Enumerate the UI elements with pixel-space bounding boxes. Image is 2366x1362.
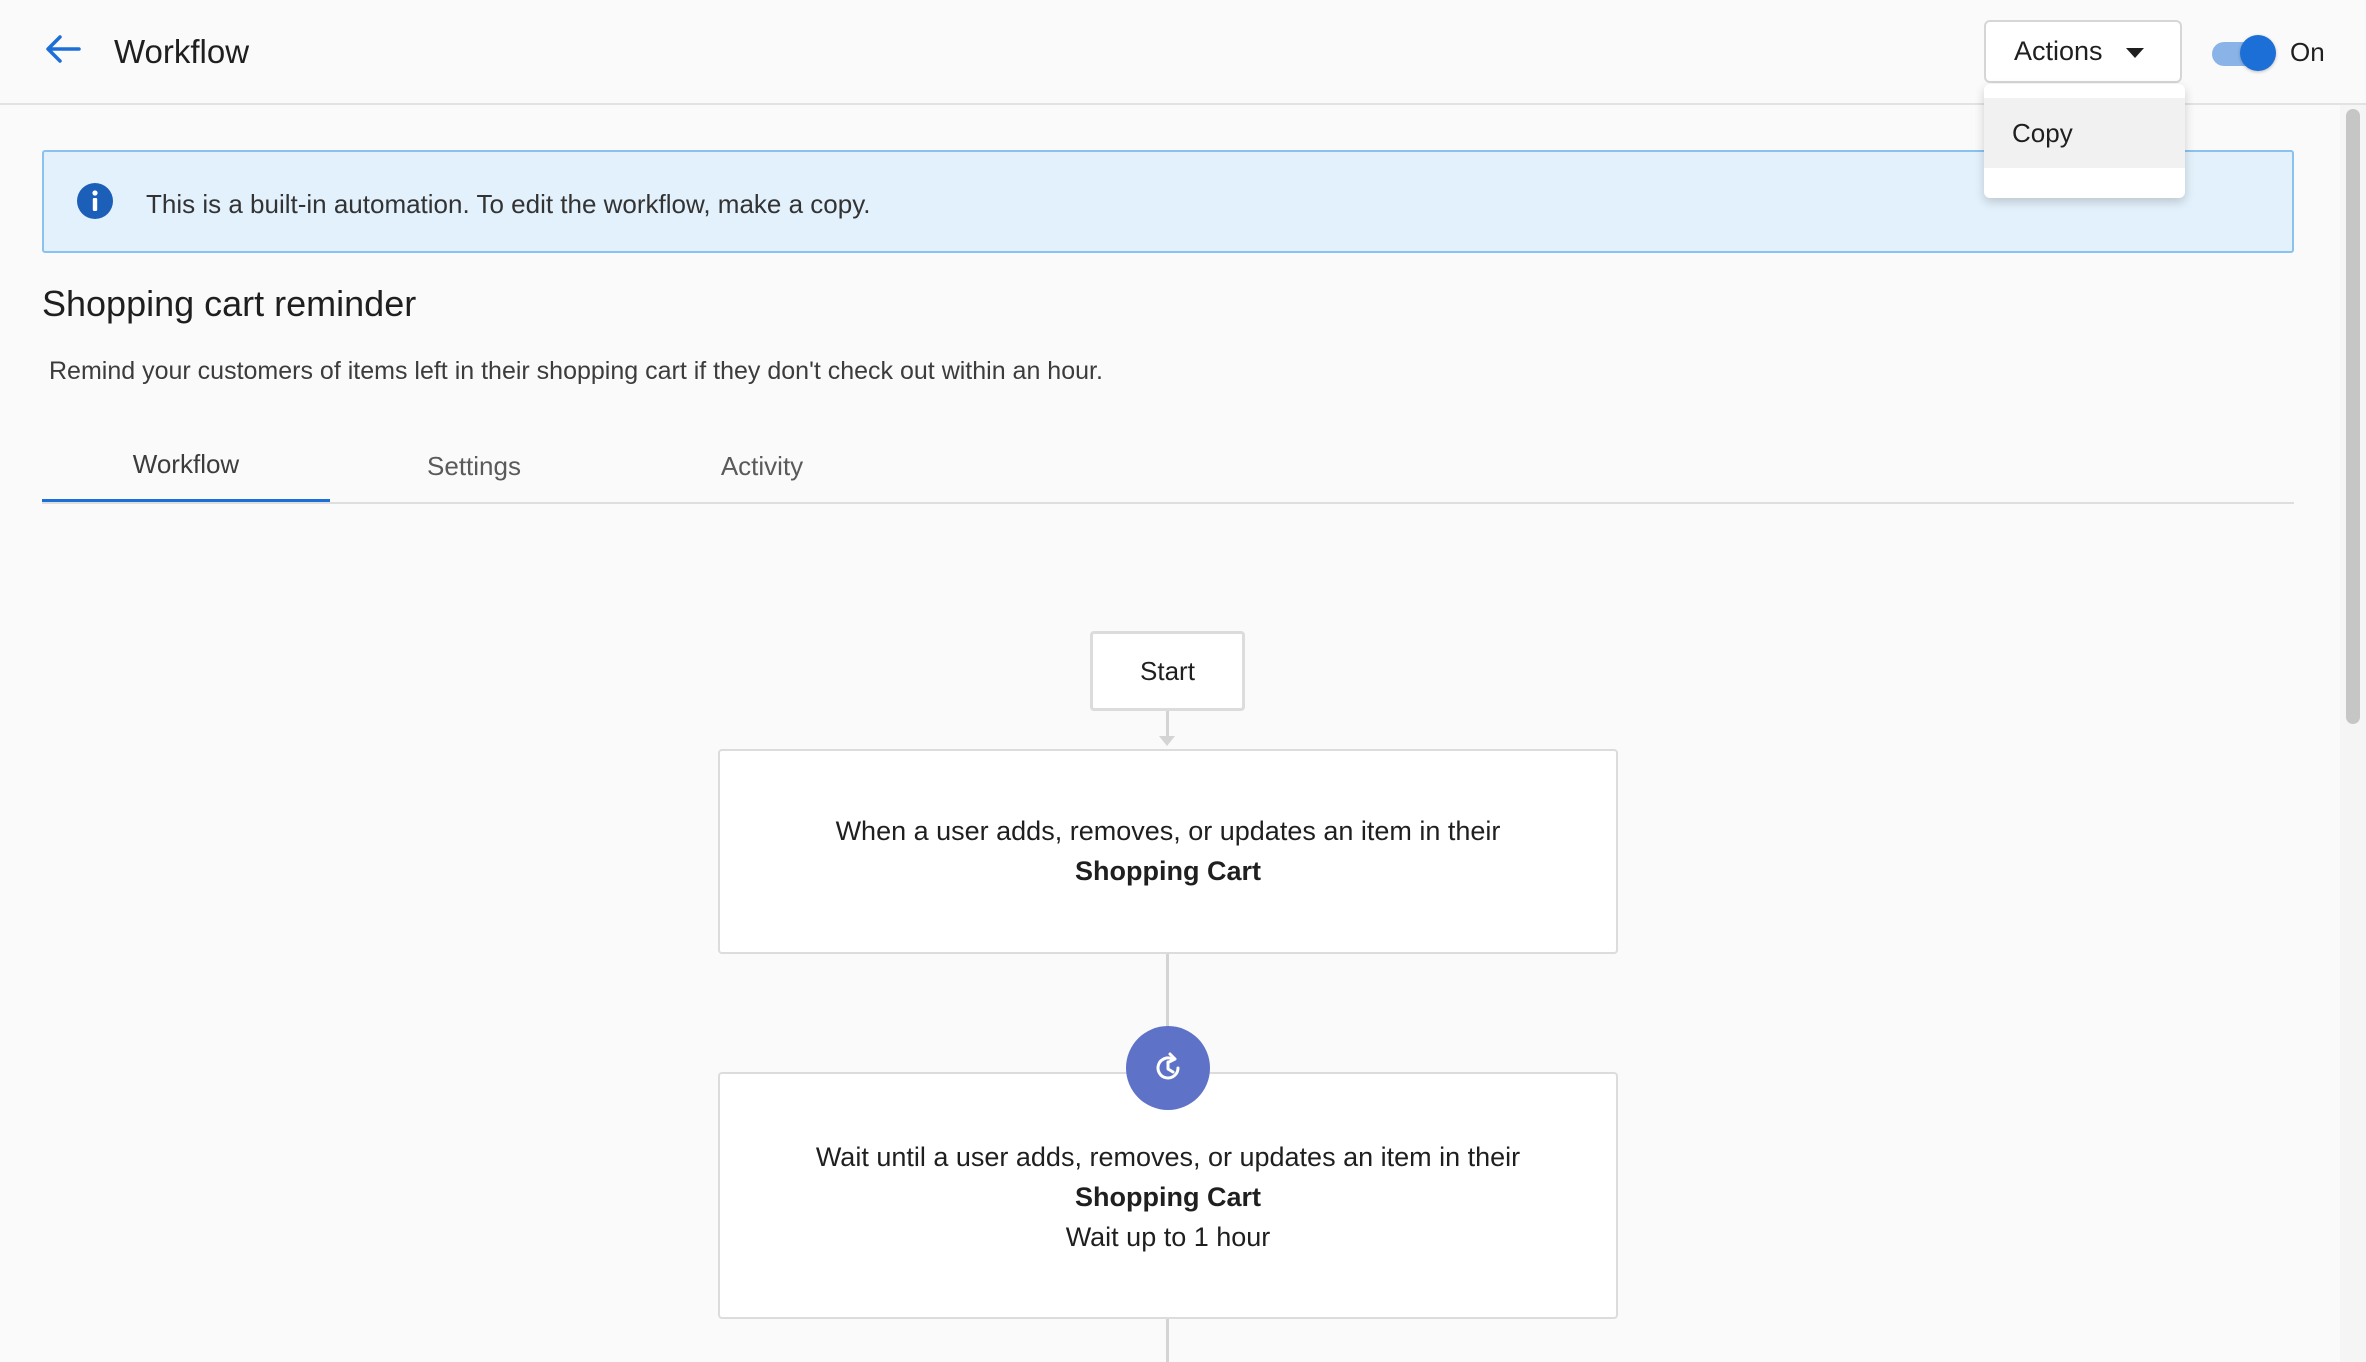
trigger-object: Shopping Cart: [1075, 856, 1261, 886]
connector-line: [1166, 711, 1169, 736]
wait-object: Shopping Cart: [1075, 1182, 1261, 1212]
banner-message: This is a built-in automation. To edit t…: [146, 189, 871, 219]
toggle-knob: [2240, 35, 2276, 71]
connector-line: [1166, 954, 1169, 1026]
trigger-text: When a user adds, removes, or updates an…: [835, 816, 1501, 846]
tab-bar: Workflow Settings Activity: [42, 430, 2294, 504]
workflow-enabled-toggle[interactable]: [2212, 33, 2278, 71]
actions-button-label: Actions: [2014, 36, 2103, 66]
tab-settings[interactable]: Settings: [330, 430, 618, 502]
timer-reset-icon: [1156, 1052, 1180, 1080]
trigger-step-card[interactable]: When a user adds, removes, or updates an…: [718, 749, 1618, 954]
wait-text: Wait until a user adds, removes, or upda…: [815, 1142, 1521, 1172]
menu-item-copy[interactable]: Copy: [1984, 98, 2185, 168]
workflow-name: Shopping cart reminder: [42, 283, 417, 324]
start-node[interactable]: Start: [1090, 631, 1245, 711]
workflow-description: Remind your customers of items left in t…: [49, 357, 1103, 385]
info-banner: This is a built-in automation. To edit t…: [42, 150, 2294, 253]
vertical-scrollbar[interactable]: [2340, 105, 2366, 1362]
tab-activity[interactable]: Activity: [618, 430, 906, 502]
arrow-down-icon: [1159, 736, 1175, 746]
info-icon: [77, 183, 113, 219]
tab-workflow[interactable]: Workflow: [42, 430, 330, 502]
scrollbar-thumb[interactable]: [2346, 109, 2360, 724]
wait-step-icon: [1126, 1026, 1210, 1110]
actions-dropdown-menu: Copy: [1984, 84, 2185, 198]
wait-duration: Wait up to 1 hour: [1065, 1222, 1271, 1252]
toggle-label: On: [2290, 37, 2325, 67]
caret-down-icon: [2126, 48, 2144, 58]
actions-button[interactable]: Actions: [1984, 20, 2182, 83]
arrow-left-icon: [46, 35, 81, 63]
back-button[interactable]: [36, 22, 90, 76]
page-title: Workflow: [114, 33, 250, 70]
connector-line: [1166, 1319, 1169, 1362]
